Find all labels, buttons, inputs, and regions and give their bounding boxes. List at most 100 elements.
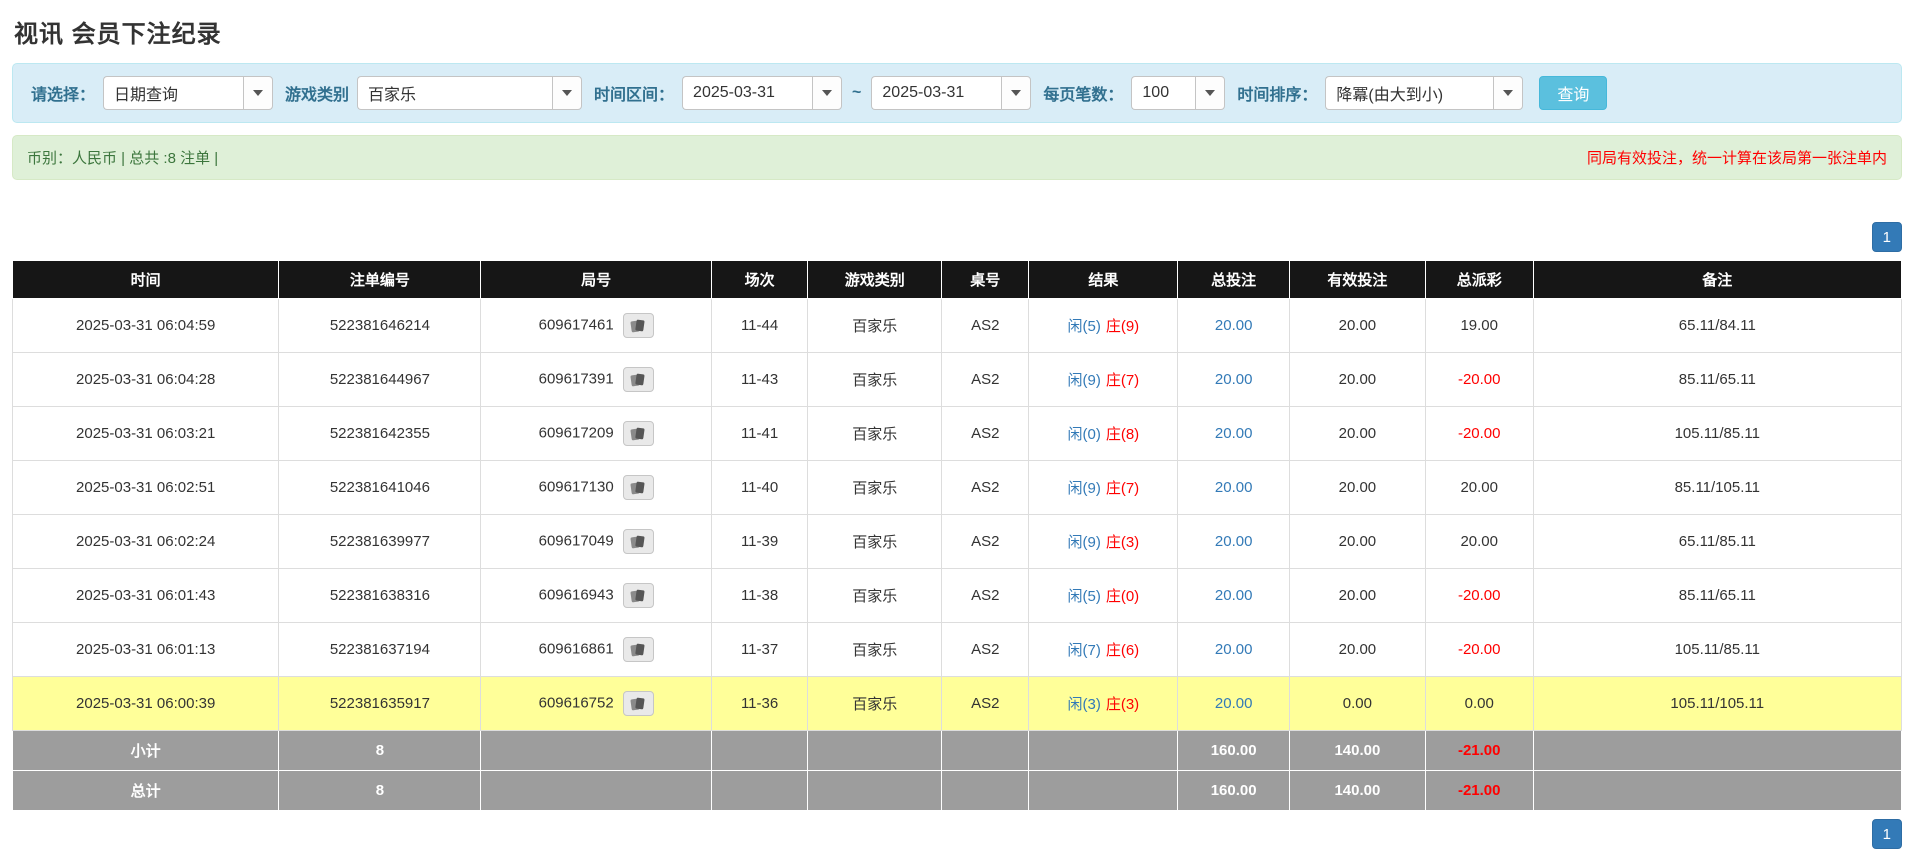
round-preview-button[interactable] (623, 529, 654, 554)
cell-game-type: 百家乐 (808, 677, 942, 731)
cell-payout: 20.00 (1425, 461, 1533, 515)
cell-time: 2025-03-31 06:03:21 (13, 407, 279, 461)
total-bet-link[interactable]: 20.00 (1215, 479, 1253, 496)
total-total-bet: 160.00 (1178, 771, 1289, 811)
total-bet-link[interactable]: 20.00 (1215, 317, 1253, 334)
game-type-combobox (357, 76, 582, 110)
date-to-input[interactable] (871, 76, 1001, 110)
cell-total-bet: 20.00 (1178, 515, 1289, 569)
cell-payout: 19.00 (1425, 299, 1533, 353)
result-banker: 庄(3) (1106, 534, 1139, 551)
cell-bet-id: 522381635917 (279, 677, 481, 731)
date-to-combobox (871, 76, 1031, 110)
search-button[interactable]: 查询 (1539, 76, 1607, 110)
round-preview-button[interactable] (623, 691, 654, 716)
total-empty-cell (808, 771, 942, 811)
subtotal-empty-cell (808, 731, 942, 771)
result-banker: 庄(6) (1106, 642, 1139, 659)
total-empty-cell (711, 771, 807, 811)
query-type-dropdown-button[interactable] (243, 76, 273, 110)
time-sort-dropdown-button[interactable] (1493, 76, 1523, 110)
cell-result: 闲(9)庄(7) (1029, 353, 1178, 407)
page-title: 视讯 会员下注纪录 (14, 14, 1902, 49)
total-bet-link[interactable]: 20.00 (1215, 641, 1253, 658)
cell-bet-id: 522381641046 (279, 461, 481, 515)
chevron-down-icon (253, 90, 263, 96)
total-bet-link[interactable]: 20.00 (1215, 371, 1253, 388)
round-id: 609617130 (539, 478, 614, 495)
round-preview-button[interactable] (623, 367, 654, 392)
header-session: 场次 (711, 261, 807, 299)
bet-records-table: 时间 注单编号 局号 场次 游戏类别 桌号 结果 总投注 有效投注 总派彩 备注… (12, 260, 1902, 811)
cell-valid-bet: 20.00 (1289, 407, 1425, 461)
cell-session: 11-36 (711, 677, 807, 731)
chevron-down-icon (1205, 90, 1215, 96)
cell-table-no: AS2 (942, 461, 1029, 515)
query-type-input[interactable] (103, 76, 243, 110)
filter-bar: 请选择： 游戏类别 时间区间： ~ 每页笔数： 时间排序： 查询 (12, 63, 1902, 123)
subtotal-count: 8 (279, 731, 481, 771)
total-bet-link[interactable]: 20.00 (1215, 587, 1253, 604)
header-round-id: 局号 (481, 261, 711, 299)
cell-bet-id: 522381637194 (279, 623, 481, 677)
page-1-button[interactable]: 1 (1872, 819, 1902, 849)
date-from-input[interactable] (682, 76, 812, 110)
total-valid-bet: 140.00 (1289, 771, 1425, 811)
round-preview-button[interactable] (623, 583, 654, 608)
cell-result: 闲(0)庄(8) (1029, 407, 1178, 461)
total-row: 总计 8 160.00 140.00 -21.00 (13, 771, 1902, 811)
game-type-input[interactable] (357, 76, 552, 110)
result-banker: 庄(9) (1106, 318, 1139, 335)
date-from-dropdown-button[interactable] (812, 76, 842, 110)
cell-game-type: 百家乐 (808, 623, 942, 677)
total-label: 总计 (13, 771, 279, 811)
game-type-label: 游戏类别 (285, 81, 349, 105)
cell-total-bet: 20.00 (1178, 677, 1289, 731)
table-row: 2025-03-31 06:02:51 522381641046 6096171… (13, 461, 1902, 515)
page-size-input[interactable] (1131, 76, 1195, 110)
cell-payout: -20.00 (1425, 407, 1533, 461)
result-player: 闲(9) (1068, 534, 1101, 551)
cell-time: 2025-03-31 06:01:13 (13, 623, 279, 677)
round-preview-button[interactable] (623, 475, 654, 500)
chevron-down-icon (1011, 90, 1021, 96)
page-1-button[interactable]: 1 (1872, 222, 1902, 252)
date-to-dropdown-button[interactable] (1001, 76, 1031, 110)
cell-table-no: AS2 (942, 353, 1029, 407)
round-preview-button[interactable] (623, 637, 654, 662)
header-total-bet: 总投注 (1178, 261, 1289, 299)
cards-icon (630, 373, 646, 387)
result-player: 闲(9) (1068, 480, 1101, 497)
cell-note: 85.11/105.11 (1533, 461, 1901, 515)
result-player: 闲(7) (1068, 642, 1101, 659)
cell-bet-id: 522381642355 (279, 407, 481, 461)
time-sort-input[interactable] (1325, 76, 1493, 110)
table-header-row: 时间 注单编号 局号 场次 游戏类别 桌号 结果 总投注 有效投注 总派彩 备注 (13, 261, 1902, 299)
round-id: 609617049 (539, 532, 614, 549)
table-row: 2025-03-31 06:02:24 522381639977 6096170… (13, 515, 1902, 569)
cell-total-bet: 20.00 (1178, 353, 1289, 407)
result-player: 闲(0) (1068, 426, 1101, 443)
cell-payout: -20.00 (1425, 353, 1533, 407)
round-preview-button[interactable] (623, 313, 654, 338)
cell-result: 闲(3)庄(3) (1029, 677, 1178, 731)
cell-game-type: 百家乐 (808, 353, 942, 407)
cell-round-id: 609617049 (481, 515, 711, 569)
game-type-dropdown-button[interactable] (552, 76, 582, 110)
cell-payout: -20.00 (1425, 623, 1533, 677)
cell-table-no: AS2 (942, 569, 1029, 623)
total-bet-link[interactable]: 20.00 (1215, 695, 1253, 712)
pagination-top: 1 (12, 222, 1902, 252)
time-sort-label: 时间排序： (1237, 81, 1317, 105)
page-size-dropdown-button[interactable] (1195, 76, 1225, 110)
cell-game-type: 百家乐 (808, 407, 942, 461)
cards-icon (630, 535, 646, 549)
header-note: 备注 (1533, 261, 1901, 299)
cell-total-bet: 20.00 (1178, 299, 1289, 353)
round-preview-button[interactable] (623, 421, 654, 446)
total-empty-cell (481, 771, 711, 811)
total-bet-link[interactable]: 20.00 (1215, 533, 1253, 550)
cell-game-type: 百家乐 (808, 461, 942, 515)
total-bet-link[interactable]: 20.00 (1215, 425, 1253, 442)
subtotal-total-bet: 160.00 (1178, 731, 1289, 771)
